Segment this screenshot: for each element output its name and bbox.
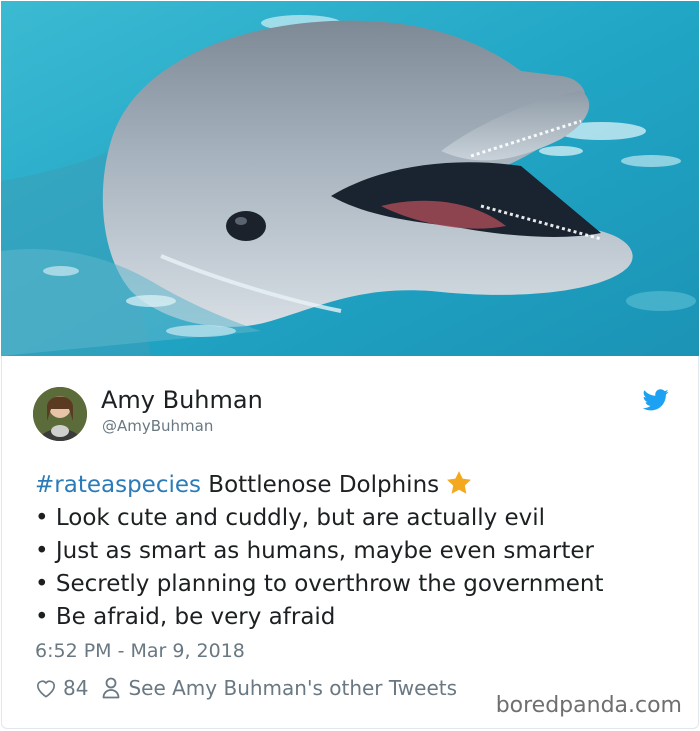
tweet-title-text: Bottlenose Dolphins — [201, 472, 440, 498]
star-icon — [445, 469, 473, 497]
tweet-timestamp[interactable]: 6:52 PM - Mar 9, 2018 — [35, 640, 245, 662]
tweet-text: #rateaspecies Bottlenose Dolphins • Look… — [35, 469, 675, 634]
avatar-image — [33, 387, 87, 441]
bullet-line: • Just as smart as humans, maybe even sm… — [35, 538, 594, 564]
heart-icon[interactable] — [35, 678, 57, 698]
tweet-actions: 84 See Amy Buhman's other Tweets — [35, 676, 457, 700]
dolphin-photo — [1, 1, 699, 356]
bullet-line: • Look cute and cuddly, but are actually… — [35, 505, 546, 531]
like-count[interactable]: 84 — [63, 676, 88, 700]
tweet-first-line: #rateaspecies Bottlenose Dolphins — [35, 469, 675, 502]
bullet-line: • Be afraid, be very afraid — [35, 604, 336, 630]
dolphin-illustration — [1, 1, 699, 356]
tweet-card: Amy Buhman @AmyBuhman #rateaspecies Bott… — [1, 356, 699, 729]
watermark: boredpanda.com — [495, 693, 682, 718]
other-tweets-link[interactable]: See Amy Buhman's other Tweets — [128, 676, 457, 700]
twitter-bird-icon[interactable] — [642, 389, 669, 411]
author-name[interactable]: Amy Buhman — [101, 386, 263, 414]
person-icon — [102, 677, 120, 699]
hashtag-link[interactable]: #rateaspecies — [35, 472, 201, 498]
bullet-line: • Secretly planning to overthrow the gov… — [35, 571, 604, 597]
author-handle[interactable]: @AmyBuhman — [102, 417, 213, 435]
avatar[interactable] — [33, 387, 87, 441]
